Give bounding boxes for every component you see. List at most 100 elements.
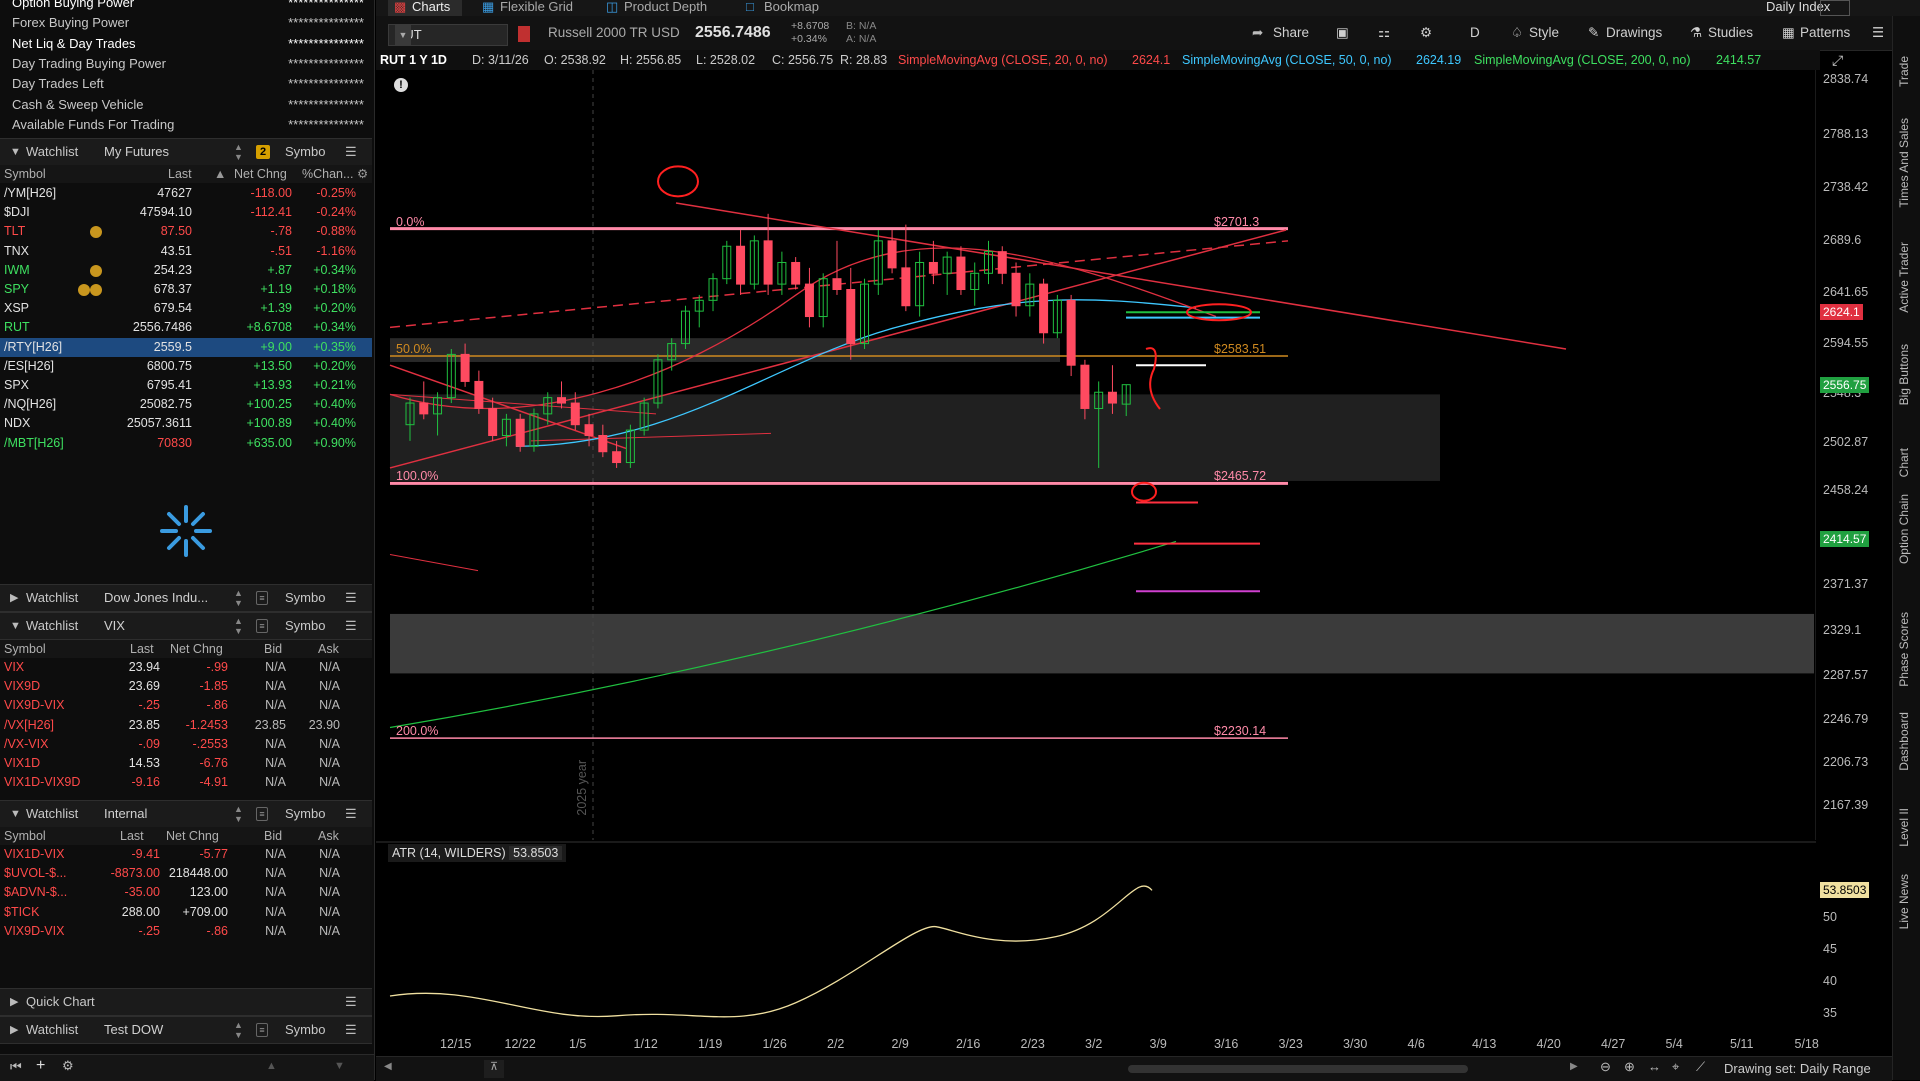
row-symbol[interactable]: /NQ[H26] [4, 395, 56, 414]
row-symbol[interactable]: XSP [4, 299, 29, 318]
table-row[interactable]: IWM 254.23 +.87 +0.34% [0, 261, 372, 280]
scroll-left-icon[interactable]: ◀ [384, 1061, 392, 1072]
event-badge-icon[interactable] [90, 264, 102, 277]
row-symbol[interactable]: $TICK [4, 903, 39, 922]
rail-tab-phase-scores[interactable]: Phase Scores [1897, 612, 1911, 687]
drawing-set-status[interactable]: Drawing set: Daily Range [1724, 1061, 1871, 1076]
table-row[interactable]: /YM[H26] 47627 -118.00 -0.25% [0, 184, 372, 203]
table-row[interactable]: VIX9D-VIX -.25 -.86 N/A N/A [0, 922, 372, 941]
style-icon[interactable]: ♤ [1511, 16, 1523, 50]
symbol-input[interactable]: Symbo [285, 139, 325, 165]
tab-flexible-grid[interactable]: ▦ Flexible Grid [476, 0, 584, 16]
menu-icon[interactable]: ☰ [345, 1017, 357, 1043]
link-icon[interactable]: ≡ [256, 591, 268, 605]
drawings-button[interactable]: Drawings [1606, 16, 1662, 50]
chevron-right-icon[interactable]: ▶ [10, 585, 18, 611]
tab-bookmap[interactable]: □ Bookmap [740, 0, 840, 16]
tab-product-depth[interactable]: ◫ Product Depth [600, 0, 726, 16]
table-row[interactable]: VIX1D 14.53 -6.76 N/A N/A [0, 754, 372, 773]
atr-study-label[interactable]: ATR (14, WILDERS) 53.8503 [388, 844, 567, 862]
zoom-out-icon[interactable]: ⊖ [1600, 1059, 1611, 1075]
watchlist-name[interactable]: Dow Jones Indu... [104, 585, 208, 611]
tab-charts[interactable]: ▩ Charts [388, 0, 462, 16]
chevron-down-icon[interactable]: ▼ [395, 25, 411, 45]
event-badge-icon[interactable] [90, 284, 102, 296]
rail-tab-live-news[interactable]: Live News [1897, 874, 1911, 929]
row-symbol[interactable]: /YM[H26] [4, 184, 56, 203]
rail-tab-chart[interactable]: Chart [1897, 448, 1911, 477]
table-row[interactable]: VIX9D 23.69 -1.85 N/A N/A [0, 677, 372, 696]
window-layout-icon[interactable] [1820, 0, 1850, 16]
col-bid[interactable]: Bid [264, 827, 282, 845]
period-selector[interactable]: D [1470, 16, 1480, 50]
symbol-input[interactable]: Symbo [285, 613, 325, 639]
col-last[interactable]: Last [168, 165, 192, 183]
table-row[interactable]: SPX 6795.41 +13.93 +0.21% [0, 376, 372, 395]
rail-tab-option-chain[interactable]: Option Chain [1897, 494, 1911, 564]
crosshair-icon[interactable]: ⌖ [1672, 1059, 1679, 1075]
table-row[interactable]: RUT 2556.7486 +8.6708 +0.34% [0, 318, 372, 337]
table-row[interactable]: TNX 43.51 -.51 -1.16% [0, 242, 372, 261]
price-chart[interactable] [376, 70, 1816, 1056]
watchlist-name[interactable]: Internal [104, 801, 147, 827]
studies-icon[interactable]: ⚗ [1690, 16, 1702, 50]
horizontal-scrollbar[interactable] [1128, 1065, 1468, 1073]
menu-icon[interactable]: ☰ [345, 989, 357, 1015]
scroll-up-icon[interactable]: ▲ [266, 1060, 277, 1072]
watchlist-header-dow[interactable]: ▶ Watchlist Dow Jones Indu... ▲ ▼ ≡ Symbo… [0, 584, 372, 612]
studies-button[interactable]: Studies [1708, 16, 1753, 50]
col-symbol[interactable]: Symbol [4, 640, 46, 658]
chevron-right-icon[interactable]: ▶ [10, 1017, 18, 1043]
symbol-input[interactable]: Symbo [285, 585, 325, 611]
table-row[interactable]: /VX-VIX -.09 -.2553 N/A N/A [0, 735, 372, 754]
row-symbol[interactable]: $UVOL-$... [4, 864, 67, 883]
row-symbol[interactable]: VIX [4, 658, 24, 677]
rail-tab-times-and-sales[interactable]: Times And Sales [1897, 118, 1911, 208]
row-symbol[interactable]: /MBT[H26] [4, 434, 64, 453]
table-row[interactable]: /NQ[H26] 25082.75 +100.25 +0.40% [0, 395, 372, 414]
updown-arrows-icon[interactable]: ▲ ▼ [234, 588, 243, 608]
zoom-in-icon[interactable]: ⊕ [1624, 1059, 1635, 1075]
row-symbol[interactable]: NDX [4, 414, 30, 433]
row-symbol[interactable]: /RTY[H26] [4, 338, 62, 357]
row-symbol[interactable]: /ES[H26] [4, 357, 54, 376]
sma50-label[interactable]: SimpleMovingAvg (CLOSE, 50, 0, no) [1182, 50, 1392, 70]
symbol-selector[interactable]: RUT ▼ [388, 24, 508, 46]
link-icon[interactable]: ≡ [256, 807, 268, 821]
table-row[interactable]: VIX1D-VIX -9.41 -5.77 N/A N/A [0, 845, 372, 864]
row-symbol[interactable]: /VX-VIX [4, 735, 48, 754]
patterns-icon[interactable]: ▦ [1782, 16, 1795, 50]
rail-tab-level-ii[interactable]: Level II [1897, 808, 1911, 847]
share-icon[interactable]: ➦ [1252, 16, 1263, 50]
table-row[interactable]: TLT 87.50 -.78 -0.88% [0, 222, 372, 241]
menu-icon[interactable]: ☰ [345, 139, 357, 165]
watchlist-header-internal[interactable]: ▼ Watchlist Internal ▲ ▼ ≡ Symbo ☰ [0, 800, 372, 828]
updown-arrows-icon[interactable]: ▲ ▼ [234, 142, 243, 162]
col-symbol[interactable]: Symbol [4, 827, 46, 845]
table-row[interactable]: /RTY[H26] 2559.5 +9.00 +0.35% [0, 337, 372, 357]
sma20-label[interactable]: SimpleMovingAvg (CLOSE, 20, 0, no) [898, 50, 1108, 70]
table-row[interactable]: $UVOL-$... -8873.00 218448.00 N/A N/A [0, 864, 372, 883]
table-row[interactable]: /MBT[H26] 70830 +635.00 +0.90% [0, 434, 372, 453]
table-row[interactable]: VIX 23.94 -.99 N/A N/A [0, 658, 372, 677]
updown-arrows-icon[interactable]: ▲ ▼ [234, 1020, 243, 1040]
pencil-icon[interactable]: ✎ [1588, 16, 1599, 50]
watchlist-name[interactable]: My Futures [104, 139, 169, 165]
col-last[interactable]: Last [130, 640, 154, 658]
table-row[interactable]: $TICK 288.00 +709.00 N/A N/A [0, 903, 372, 922]
table-row[interactable]: $DJI 47594.10 -112.41 -0.24% [0, 203, 372, 222]
watchlist-header-vix[interactable]: ▼ Watchlist VIX ▲ ▼ ≡ Symbo ☰ [0, 612, 372, 640]
table-row[interactable]: NDX 25057.3611 +100.89 +0.40% [0, 414, 372, 433]
col-pct-chng[interactable]: %Chan... [302, 165, 353, 183]
row-symbol[interactable]: SPX [4, 376, 29, 395]
table-row[interactable]: /ES[H26] 6800.75 +13.50 +0.20% [0, 357, 372, 376]
chevron-down-icon[interactable]: ▼ [10, 801, 21, 827]
rail-tab-big-buttons[interactable]: Big Buttons [1897, 344, 1911, 405]
collapse-panel-icon[interactable]: ⊼ [484, 1060, 504, 1078]
row-symbol[interactable]: VIX1D-VIX [4, 845, 64, 864]
row-symbol[interactable]: VIX9D-VIX [4, 922, 64, 941]
row-symbol[interactable]: $ADVN-$... [4, 883, 67, 902]
table-row[interactable]: $ADVN-$... -35.00 123.00 N/A N/A [0, 883, 372, 902]
col-ask[interactable]: Ask [318, 827, 339, 845]
share-button[interactable]: Share [1273, 16, 1309, 50]
